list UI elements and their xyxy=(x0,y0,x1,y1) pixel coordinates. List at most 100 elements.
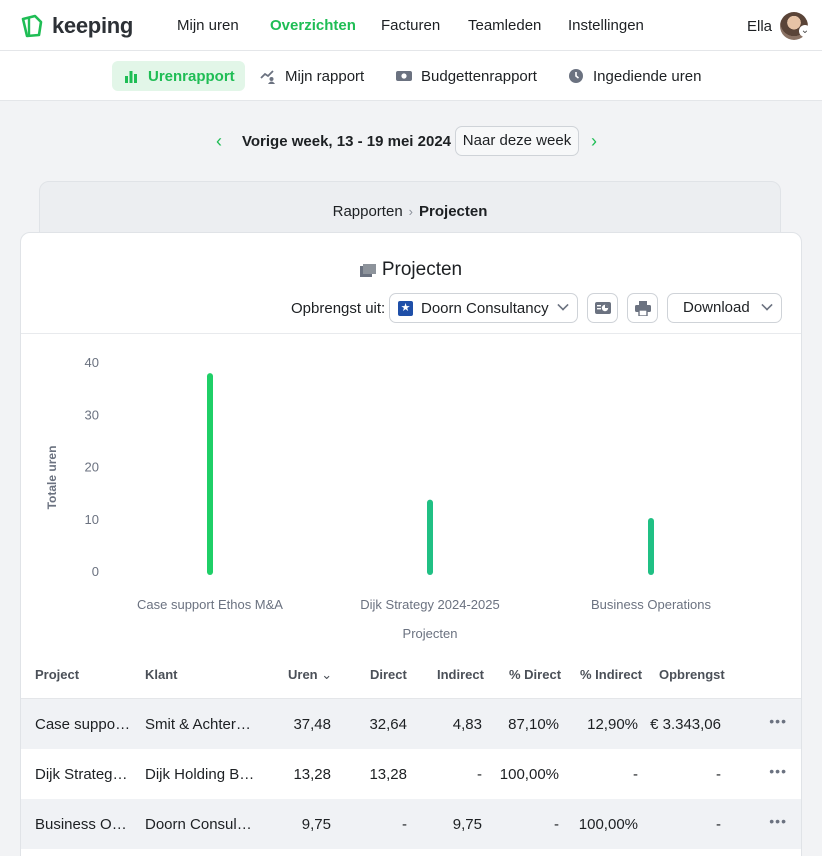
col-pct-indirect[interactable]: % Indirect xyxy=(580,667,642,682)
chevron-left-icon[interactable]: ‹ xyxy=(216,131,222,152)
cell-pct-direct: 100,00% xyxy=(499,766,559,783)
more-options-icon[interactable]: ••• xyxy=(769,813,787,829)
week-selector: ‹ Vorige week, 13 - 19 mei 2024 Naar dez… xyxy=(0,126,822,156)
cell-uren: 37,48 xyxy=(293,716,331,733)
cell-indirect: 4,83 xyxy=(452,716,482,733)
chevron-down-icon: ⌄ xyxy=(799,25,811,37)
report-card: Projecten Opbrengst uit: ★ Doorn Consult… xyxy=(20,232,802,856)
nav-overzichten[interactable]: Overzichten xyxy=(270,17,356,34)
col-direct[interactable]: Direct xyxy=(370,667,407,682)
pie-report-icon xyxy=(594,302,611,314)
cell-uren: 13,28 xyxy=(293,766,331,783)
tab-label: Mijn rapport xyxy=(285,67,365,85)
revenue-source-value: Doorn Consultancy xyxy=(421,299,549,317)
card-title-wrap: Projecten xyxy=(21,259,801,281)
bar-chart-icon xyxy=(122,67,140,85)
col-klant[interactable]: Klant xyxy=(145,667,178,682)
cell-klant: Doorn Consultancy xyxy=(145,816,255,833)
report-controls: Opbrengst uit: ★ Doorn Consultancy Downl… xyxy=(21,293,801,323)
revenue-label: Opbrengst uit: xyxy=(291,300,386,317)
nav-instellingen[interactable]: Instellingen xyxy=(568,17,644,34)
cell-uren: 9,75 xyxy=(301,816,331,833)
keeping-logo-icon xyxy=(21,14,43,38)
table-header: Project Klant Uren ⌄ Direct Indirect % D… xyxy=(21,649,801,699)
col-indirect[interactable]: Indirect xyxy=(437,667,484,682)
tab-label: Urenrapport xyxy=(148,67,235,85)
cell-opbrengst: - xyxy=(716,766,721,783)
breadcrumb-current: Projecten xyxy=(419,203,488,220)
x-tick-label: Dijk Strategy 2024-2025 xyxy=(360,597,499,612)
nav-mijn-uren[interactable]: Mijn uren xyxy=(177,17,239,34)
x-axis-label: Projecten xyxy=(403,626,458,641)
cell-pct-indirect: 12,90% xyxy=(587,716,638,733)
col-uren[interactable]: Uren ⌄ xyxy=(288,667,332,683)
tab-mijn-rapport[interactable]: Mijn rapport xyxy=(249,61,374,91)
user-chart-icon xyxy=(259,67,277,85)
more-options-icon[interactable]: ••• xyxy=(769,713,787,729)
week-label: Vorige week, 13 - 19 mei 2024 xyxy=(242,133,452,150)
nav-facturen[interactable]: Facturen xyxy=(381,17,440,34)
y-tick-label: 40 xyxy=(85,355,99,370)
cell-pct-direct: - xyxy=(554,816,559,833)
y-tick-label: 20 xyxy=(85,460,99,475)
tab-urenrapport[interactable]: Urenrapport xyxy=(112,61,245,91)
y-tick-label: 30 xyxy=(85,407,99,422)
cell-klant: Dijk Holding B.V. xyxy=(145,766,255,783)
breadcrumb: Rapporten › Projecten xyxy=(40,203,780,220)
clock-icon xyxy=(567,67,585,85)
tab-label: Ingediende uren xyxy=(593,67,702,85)
tab-label: Budgettenrapport xyxy=(421,67,537,85)
table-row[interactable]: Dijk Strategy 2024-2025 Dijk Holding B.V… xyxy=(21,749,801,799)
cell-project: Dijk Strategy 2024-2025 xyxy=(35,766,135,783)
print-button[interactable] xyxy=(627,293,658,323)
breadcrumb-parent[interactable]: Rapporten xyxy=(333,203,403,220)
cell-indirect: 9,75 xyxy=(452,816,482,833)
avatar[interactable]: ⌄ xyxy=(780,12,811,40)
chart-toggle-button[interactable] xyxy=(587,293,618,323)
download-button[interactable]: Download xyxy=(667,293,782,323)
cell-opbrengst: € 3.343,06 xyxy=(650,716,721,733)
nav-teamleden[interactable]: Teamleden xyxy=(468,17,541,34)
download-label: Download xyxy=(683,299,750,316)
cell-direct: 13,28 xyxy=(369,766,407,783)
col-pct-direct[interactable]: % Direct xyxy=(509,667,561,682)
col-project[interactable]: Project xyxy=(35,667,79,682)
cell-opbrengst: - xyxy=(716,816,721,833)
chevron-right-icon[interactable]: › xyxy=(591,131,597,152)
x-tick-label: Business Operations xyxy=(591,597,711,612)
report-tabs: Urenrapport Mijn rapport Budgettenrappor… xyxy=(0,51,822,101)
cell-direct: 32,64 xyxy=(369,716,407,733)
cell-indirect: - xyxy=(477,766,482,783)
table-row[interactable]: Case support Ethos M&A Smit & Achterberg… xyxy=(21,699,801,749)
table-row[interactable]: Business Operations Doorn Consultancy 9,… xyxy=(21,799,801,849)
page-title: Projecten xyxy=(381,259,463,280)
chevron-down-icon xyxy=(557,299,569,311)
sort-desc-icon: ⌄ xyxy=(321,667,333,682)
cell-project: Business Operations xyxy=(35,816,135,833)
folder-stack-icon xyxy=(359,261,376,278)
y-tick-label: 10 xyxy=(85,512,99,527)
cell-klant: Smit & Achterberg xyxy=(145,716,255,733)
user-menu[interactable]: Ella ⌄ xyxy=(746,11,811,41)
chevron-right-icon: › xyxy=(408,204,414,219)
x-tick-label: Case support Ethos M&A xyxy=(137,597,283,612)
user-name: Ella xyxy=(746,17,772,35)
chevron-down-icon xyxy=(761,299,773,311)
cell-project: Case support Ethos M&A xyxy=(35,716,135,733)
col-uren-label: Uren xyxy=(288,667,318,682)
cell-pct-direct: 87,10% xyxy=(508,716,559,733)
cell-pct-indirect: - xyxy=(633,766,638,783)
top-navigation: keeping Mijn uren Overzichten Facturen T… xyxy=(0,0,822,51)
col-opbrengst[interactable]: Opbrengst xyxy=(659,667,725,682)
printer-icon xyxy=(634,300,651,316)
cell-pct-indirect: 100,00% xyxy=(578,816,638,833)
logo[interactable]: keeping xyxy=(19,12,133,40)
tab-budgettenrapport[interactable]: Budgettenrapport xyxy=(385,61,547,91)
more-options-icon[interactable]: ••• xyxy=(769,763,787,779)
logo-text: keeping xyxy=(52,13,134,38)
this-week-button[interactable]: Naar deze week xyxy=(455,126,579,156)
tab-ingediende-uren[interactable]: Ingediende uren xyxy=(557,61,711,91)
revenue-source-select[interactable]: ★ Doorn Consultancy xyxy=(389,293,578,323)
hours-bar-chart: 0 10 20 30 40 Totale uren Case support Ethos M… xyxy=(45,355,711,641)
y-tick-label: 0 xyxy=(92,564,99,579)
